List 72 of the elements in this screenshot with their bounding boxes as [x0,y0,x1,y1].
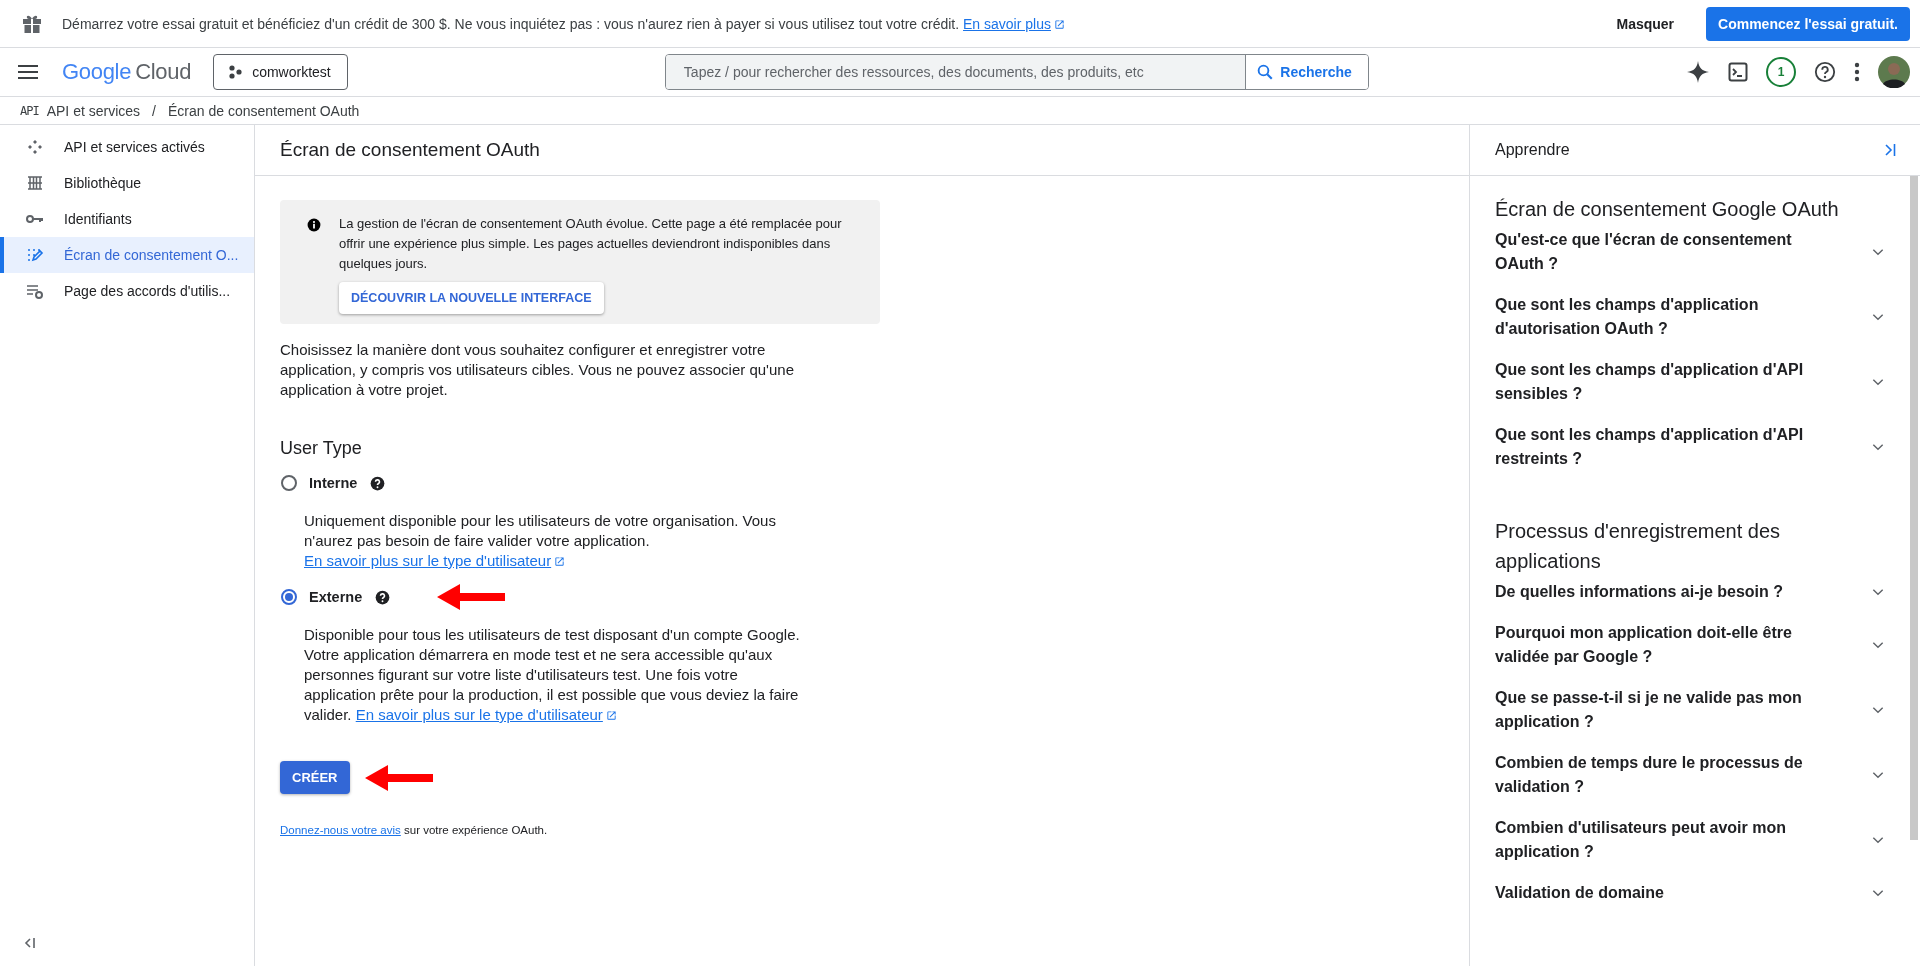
avatar-icon[interactable] [1878,56,1910,88]
faq-item[interactable]: Validation de domaine [1495,881,1910,922]
page-title: Écran de consentement OAuth [255,125,1469,176]
external-link-icon [1053,18,1065,30]
breadcrumb-separator: / [152,102,156,119]
sidebar-item[interactable]: Écran de consentement O... [0,237,254,273]
notice-text: La gestion de l'écran de consentement OAuth évolue. Cette page a été remplacée pour offrir une expérience plus simple. Les pages actuelles deviendront indisponibles dans quelques jours. [339,215,843,273]
promo-text: Démarrez votre essai gratuit et bénéficiez d'un crédit de 300 $. Ne vous inquiétez pas : vous n'aurez rien à payer si vous utilisez tout votre crédit. En savoir plus [62,15,1065,32]
terminal-icon[interactable] [1728,62,1748,82]
collapse-panel-icon[interactable] [1884,144,1896,156]
option-label[interactable]: Externe [309,589,363,605]
feedback-link[interactable]: Donnez-nous votre avis [280,824,401,836]
faq-item[interactable]: Que sont les champs d'application d'autorisation OAuth ? [1495,293,1910,358]
search-field[interactable]: Tapez / pour rechercher des ressources, des documents, des produits, etc Recherche [664,54,1369,90]
menu-icon[interactable] [18,65,38,79]
info-icon [307,218,321,232]
sidebar-item[interactable]: API et services activés [0,129,254,165]
feedback-text: Donnez-nous votre avis sur votre expérience OAuth. [280,824,549,836]
dismiss-button[interactable]: Masquer [1610,14,1681,33]
sidebar-item[interactable]: Page des accords d'utilis... [0,273,254,309]
notification-badge[interactable]: 1 [1766,57,1796,87]
faq-item[interactable]: Que sont les champs d'application d'API sensibles ? [1495,358,1910,423]
external-link-icon [605,710,617,721]
faq-item[interactable]: Pourquoi mon application doit-elle être validée par Google ? [1495,621,1910,686]
faq-item[interactable]: Qu'est-ce que l'écran de consentement OAuth ? [1495,228,1910,293]
breadcrumb-item[interactable]: API et services [46,102,141,119]
radio-button[interactable] [281,475,297,491]
dots-icon [228,65,243,79]
checklist-icon [26,247,44,263]
free-trial-button[interactable]: Commencez l'essai gratuit. [1706,6,1910,41]
option-description: Uniquement disponible pour les utilisateurs de votre organisation. Vous n'aurez pas besoin de faire valider votre application. En savoir plus sur le type d'utilisateur [304,511,777,571]
gift-icon [22,13,42,34]
panel-title: Apprendre [1495,141,1570,159]
section-title: User Type [280,438,363,459]
faq-item[interactable]: De quelles informations ai-je besoin ? [1495,580,1910,621]
arrow-drawing [363,763,434,792]
faq-item[interactable]: Combien de temps dure le processus de validation ? [1495,751,1910,816]
create-button[interactable]: CRÉER [280,761,350,794]
section-heading: Écran de consentement Google OAuth [1495,197,1840,222]
new-interface-button[interactable]: DÉCOUVRIR LA NOUVELLE INTERFACE [339,282,604,314]
faq-item[interactable]: Combien d'utilisateurs peut avoir mon application ? [1495,816,1910,881]
library-icon [26,175,44,191]
external-link-icon [554,556,566,567]
help-icon[interactable] [1814,61,1836,83]
intro-text: Choisissez la manière dont vous souhaitez configurer et enregistrer votre application, y compris vos utilisateurs cibles. Vous ne pouvez associer qu'une application à votre projet. [280,340,795,400]
arrow-drawing [436,583,507,611]
faq-item[interactable]: Que sont les champs d'application d'API restreints ? [1495,423,1910,488]
learn-more-link[interactable]: En savoir plus sur le type d'utilisateur [355,706,617,723]
learn-more-link[interactable]: En savoir plus sur le type d'utilisateur [304,552,566,569]
scrollbar[interactable] [1910,176,1918,840]
faq-item[interactable]: Que se passe-t-il si je ne valide pas mon application ? [1495,686,1910,751]
sparkle-icon[interactable] [1686,60,1710,84]
help-icon[interactable] [375,589,391,605]
collapse-icon[interactable] [24,938,36,948]
search-button[interactable]: Recherche [1245,55,1368,89]
search-icon [1256,63,1275,81]
radio-button[interactable] [281,589,297,605]
section-heading: Processus d'enregistrement des applications [1495,519,1782,574]
nodes-icon [26,139,44,155]
help-icon[interactable] [370,475,386,491]
key-icon [26,213,44,225]
learn-more-link[interactable]: En savoir plus [963,15,1065,32]
sidebar-item[interactable]: Identifiants [0,201,254,237]
more-icon[interactable] [1854,62,1860,82]
option-description: Disponible pour tous les utilisateurs de test disposant d'un compte Google. Votre application démarrera en mode test et ne sera accessible qu'aux personnes figurant sur votre liste d'utilisateurs test. Une fois votre application prête pour la production, il est possible que vous deviez la faire valider. En savoir plus sur le type d'utilisateur [304,625,801,725]
product-logo[interactable]: Google Cloud [62,59,192,85]
sidebar-item[interactable]: Bibliothèque [0,165,254,201]
api-label: API [20,103,39,118]
option-label[interactable]: Interne [309,475,358,491]
project-selector[interactable]: comworktest [213,54,348,90]
list-settings-icon [26,283,44,299]
breadcrumb-item: Écran de consentement OAuth [167,102,360,119]
